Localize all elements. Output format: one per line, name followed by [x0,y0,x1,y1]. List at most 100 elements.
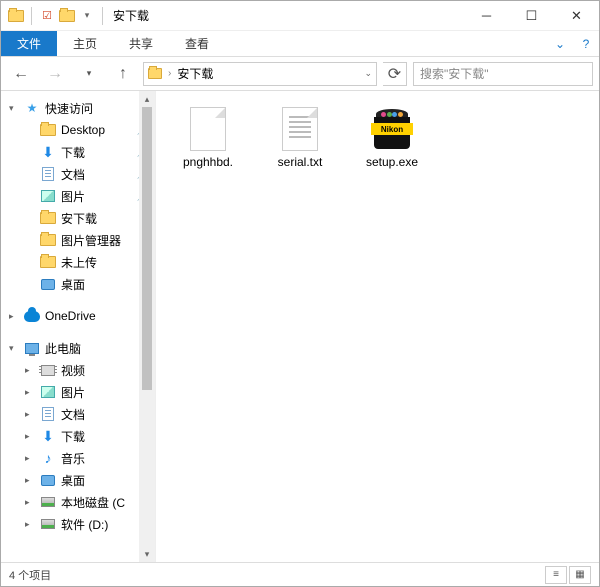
disk-icon [39,515,57,533]
sidebar-item-label: 音乐 [61,450,85,467]
chevron-icon[interactable]: ▸ [25,431,35,442]
folder-icon [39,209,57,227]
disk-icon [39,493,57,511]
qat-dropdown-icon[interactable]: ▾ [78,7,96,25]
sidebar-item-label: 软件 (D:) [61,516,108,533]
address-bar[interactable]: › 安下载 ⌄ [143,62,377,86]
sidebar-item-label: 安下载 [61,210,97,227]
file-label: serial.txt [278,155,323,169]
sidebar-item-pc-5[interactable]: ▸桌面 [1,469,155,491]
view-switcher: ≡ ▦ [545,566,591,584]
sidebar-item-pc-0[interactable]: ▸视频 [1,359,155,381]
sidebar-item-pc-1[interactable]: ▸ 图片 [1,381,155,403]
file-item[interactable]: pnghhbd. [166,105,250,169]
file-item[interactable]: serial.txt [258,105,342,169]
qat-checkbox-icon[interactable]: ☑ [38,7,56,25]
picture-icon [39,383,57,401]
breadcrumb-current[interactable]: 安下载 [177,65,213,82]
sidebar-this-pc[interactable]: ▾ 此电脑 [1,337,155,359]
scroll-down-icon[interactable]: ▾ [139,546,155,562]
file-icon-text [276,105,324,153]
music-icon: ♪ [39,449,57,467]
document-icon [39,165,57,183]
search-input[interactable]: 搜索"安下载" [413,62,593,86]
details-view-button[interactable]: ≡ [545,566,567,584]
sidebar-item-quick-0[interactable]: Desktop📌 [1,119,155,141]
sidebar-item-quick-2[interactable]: 文档📌 [1,163,155,185]
folder-icon [39,231,57,249]
sidebar-item-quick-1[interactable]: ⬇下载📌 [1,141,155,163]
sidebar-onedrive[interactable]: ▸ OneDrive [1,305,155,327]
sidebar-item-pc-7[interactable]: ▸ 软件 (D:) [1,513,155,535]
chevron-icon[interactable]: ▸ [9,311,19,322]
scroll-up-icon[interactable]: ▴ [139,91,155,107]
sidebar-quick-access[interactable]: ▾★快速访问 [1,97,155,119]
picture-icon [39,187,57,205]
up-button[interactable]: ↑ [109,61,137,87]
sidebar-item-quick-3[interactable]: 图片📌 [1,185,155,207]
search-placeholder: 搜索"安下载" [420,65,489,82]
forward-button[interactable]: → [41,61,69,87]
separator [31,7,32,25]
folder-icon [39,121,57,139]
app-icon [7,7,25,25]
sidebar-item-quick-7[interactable]: 桌面 [1,273,155,295]
chevron-icon[interactable]: ▾ [9,103,19,114]
sidebar-item-label: 图片 [61,384,85,401]
chevron-icon[interactable]: ▸ [25,475,35,486]
chevron-icon[interactable]: ▸ [25,365,35,376]
chevron-right-icon[interactable]: › [168,68,171,79]
navigation-bar: ← → ▾ ↑ › 安下载 ⌄ ⟳ 搜索"安下载" [1,57,599,91]
scroll-thumb[interactable] [142,107,152,390]
sidebar-item-quick-4[interactable]: 安下载 [1,207,155,229]
maximize-button[interactable]: ☐ [509,1,554,31]
help-icon[interactable]: ? [573,31,599,56]
ribbon-expand-icon[interactable]: ⌄ [547,31,573,56]
chevron-icon[interactable]: ▸ [25,453,35,464]
tab-file[interactable]: 文件 [1,31,57,56]
close-button[interactable]: ✕ [554,1,599,31]
folder-icon [148,68,162,79]
file-icon-setup: Nikon [368,105,416,153]
refresh-button[interactable]: ⟳ [383,62,407,86]
chevron-icon[interactable]: ▸ [25,387,35,398]
body: ▾★快速访问Desktop📌⬇下载📌文档📌图片📌 安下载图片管理器未上传桌面 ▸ On… [1,91,599,562]
file-label: pnghhbd. [183,155,233,169]
tab-view[interactable]: 查看 [169,31,225,56]
sidebar-scrollbar[interactable]: ▴▾ [139,91,155,562]
desktop-icon [39,275,57,293]
sidebar-item-pc-3[interactable]: ▸⬇下载 [1,425,155,447]
sidebar-item-label: 文档 [61,166,85,183]
sidebar-item-label: 文档 [61,406,85,423]
sidebar-item-label: 图片 [61,188,85,205]
recent-locations-icon[interactable]: ▾ [75,61,103,87]
sidebar-item-pc-6[interactable]: ▸ 本地磁盘 (C [1,491,155,513]
sidebar-item-pc-4[interactable]: ▸ ♪音乐 [1,447,155,469]
file-item[interactable]: Nikonsetup.exe [350,105,434,169]
icons-view-button[interactable]: ▦ [569,566,591,584]
sidebar-item-label: 下载 [61,144,85,161]
back-button[interactable]: ← [7,61,35,87]
sidebar-item-pc-2[interactable]: ▸ 文档 [1,403,155,425]
navigation-pane: ▾★快速访问Desktop📌⬇下载📌文档📌图片📌 安下载图片管理器未上传桌面 ▸ On… [1,91,156,562]
qat-folder-icon[interactable] [58,7,76,25]
sidebar-item-label: 桌面 [61,276,85,293]
chevron-icon[interactable]: ▸ [25,497,35,508]
chevron-icon[interactable]: ▾ [9,343,19,354]
download-icon: ⬇ [39,427,57,445]
sidebar-item-quick-5[interactable]: 图片管理器 [1,229,155,251]
sidebar-item-label: OneDrive [45,309,96,323]
sidebar-item-label: 本地磁盘 (C [61,494,125,511]
chevron-icon[interactable]: ▸ [25,519,35,530]
address-dropdown[interactable]: ⌄ [364,68,372,79]
file-list[interactable]: pnghhbd. serial.txt Nikonsetup.exe [156,91,599,562]
sidebar-item-label: 图片管理器 [61,232,121,249]
minimize-button[interactable]: ─ [464,1,509,31]
chevron-icon[interactable]: ▸ [25,409,35,420]
tab-share[interactable]: 共享 [113,31,169,56]
video-icon [39,361,57,379]
sidebar-item-label: 此电脑 [45,340,81,357]
status-bar: 4 个项目 ≡ ▦ [1,562,599,586]
tab-home[interactable]: 主页 [57,31,113,56]
sidebar-item-quick-6[interactable]: 未上传 [1,251,155,273]
